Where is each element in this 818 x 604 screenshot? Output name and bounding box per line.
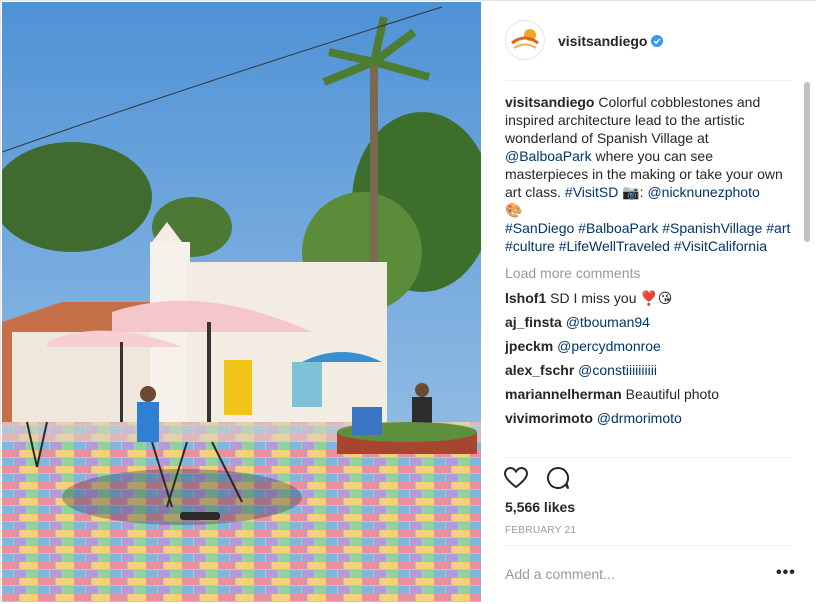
sandiego-logo-icon bbox=[507, 22, 543, 58]
comment-text[interactable]: @tbouman94 bbox=[562, 314, 650, 330]
comment-username[interactable]: mariannelherman bbox=[505, 386, 622, 402]
caption-link[interactable]: @BalboaPark bbox=[505, 148, 592, 164]
add-comment-input[interactable]: Add a comment... bbox=[505, 566, 615, 582]
comment-row: lshof1 SD I miss you ❣️😘× bbox=[505, 286, 793, 310]
comment-row: vivimorimoto @drmorimoto× bbox=[505, 406, 793, 430]
comments-divider bbox=[505, 457, 792, 458]
comment-row: jpeckm @percydmonroe× bbox=[505, 334, 793, 358]
post-header: visitsandiego bbox=[481, 2, 816, 80]
post-details-panel: visitsandiego visitsandiego Colorful cob… bbox=[481, 2, 816, 602]
comment-username[interactable]: lshof1 bbox=[505, 290, 546, 306]
comment-icon[interactable] bbox=[545, 465, 571, 491]
comment-text: SD I miss you ❣️😘 bbox=[546, 290, 673, 306]
header-divider bbox=[505, 80, 792, 81]
comment-text[interactable]: @drmorimoto bbox=[593, 410, 682, 426]
comment-text[interactable]: @percydmonroe bbox=[553, 338, 661, 354]
comment-row: alex_fschr @constiiiiiiiiii× bbox=[505, 358, 793, 382]
post-caption: visitsandiego Colorful cobblestones and … bbox=[505, 93, 793, 255]
spanish-village-photo bbox=[2, 2, 481, 602]
caption-username[interactable]: visitsandiego bbox=[505, 94, 594, 110]
instagram-post: visitsandiego visitsandiego Colorful cob… bbox=[0, 0, 816, 602]
comment-row: aj_finsta @tbouman94× bbox=[505, 310, 793, 334]
caption-text: 📷: bbox=[618, 184, 648, 200]
post-photo[interactable] bbox=[2, 2, 481, 602]
post-actions bbox=[503, 465, 605, 493]
caption-link[interactable]: @nicknunezphoto bbox=[647, 184, 759, 200]
comment-username[interactable]: jpeckm bbox=[505, 338, 553, 354]
likes-count[interactable]: 5,566 likes bbox=[505, 499, 575, 515]
comments-list: visitsandiego Colorful cobblestones and … bbox=[505, 93, 793, 457]
verified-badge-icon bbox=[651, 35, 663, 47]
post-date[interactable]: FEBRUARY 21 bbox=[505, 525, 576, 536]
caption-link[interactable]: #VisitSD bbox=[565, 184, 618, 200]
comments-scrollbar[interactable] bbox=[803, 82, 811, 456]
heart-icon[interactable] bbox=[503, 465, 529, 491]
avatar[interactable] bbox=[505, 20, 545, 60]
comment-text[interactable]: @constiiiiiiiiii bbox=[574, 362, 657, 378]
comment-row: mariannelherman Beautiful photo× bbox=[505, 382, 793, 406]
caption-link[interactable]: #SanDiego #BalboaPark #SpanishVillage #a… bbox=[505, 220, 790, 254]
load-more-comments-button[interactable]: Load more comments bbox=[505, 264, 793, 282]
post-username[interactable]: visitsandiego bbox=[558, 33, 647, 49]
actions-divider bbox=[505, 545, 792, 546]
comment-text: Beautiful photo bbox=[621, 386, 720, 402]
more-options-button[interactable]: ••• bbox=[776, 564, 796, 582]
comment-rows: lshof1 SD I miss you ❣️😘×aj_finsta @tbou… bbox=[505, 286, 793, 430]
caption-text: 🎨 bbox=[505, 202, 523, 218]
comment-username[interactable]: vivimorimoto bbox=[505, 410, 593, 426]
scrollbar-thumb[interactable] bbox=[804, 82, 810, 242]
comment-username[interactable]: aj_finsta bbox=[505, 314, 562, 330]
comment-username[interactable]: alex_fschr bbox=[505, 362, 574, 378]
